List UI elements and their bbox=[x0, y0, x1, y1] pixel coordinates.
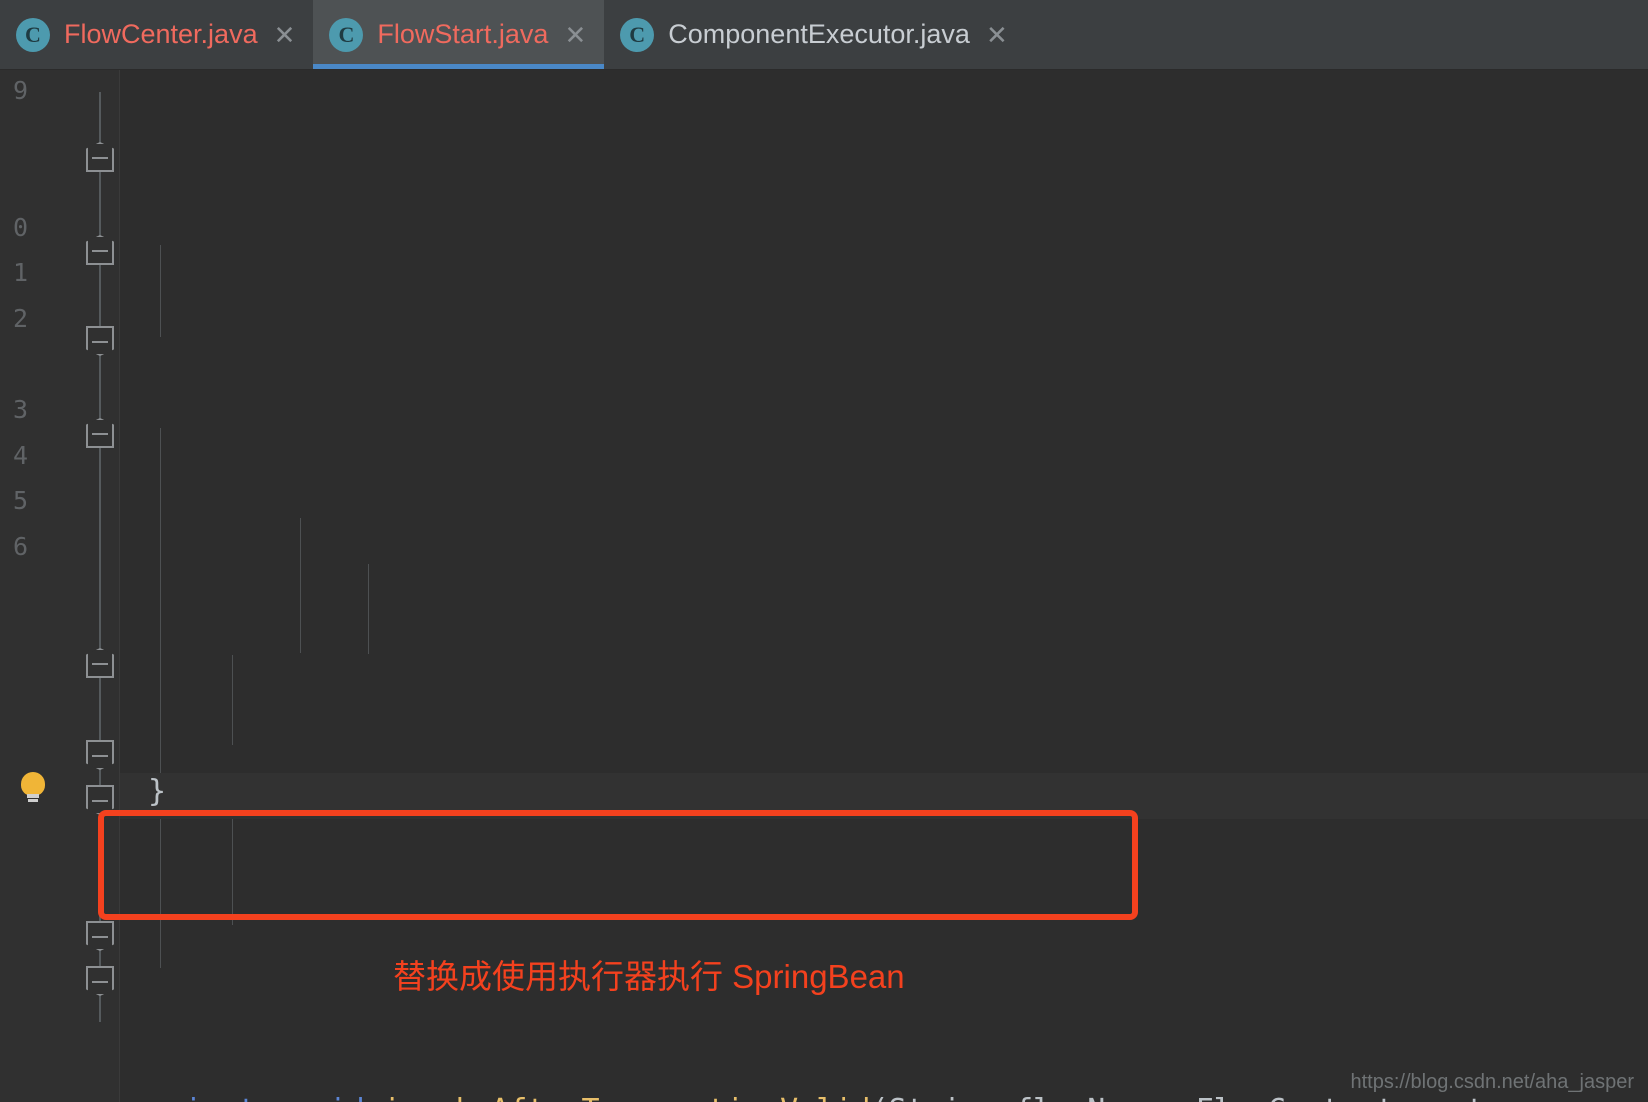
close-icon[interactable]: ✕ bbox=[984, 22, 1008, 48]
fold-expand-icon[interactable] bbox=[86, 966, 114, 996]
java-class-icon: C bbox=[620, 17, 655, 52]
tab-flowcenter-java[interactable]: C FlowCenter.java ✕ bbox=[0, 0, 314, 69]
line-number: 5 bbox=[12, 486, 28, 515]
fold-expand-icon[interactable] bbox=[86, 326, 114, 356]
code-line: } bbox=[148, 774, 167, 809]
tab-componentexecutor-java[interactable]: C ComponentExecutor.java ✕ bbox=[604, 0, 1026, 69]
line-number: 3 bbox=[12, 395, 28, 424]
line-number: 9 bbox=[12, 76, 28, 105]
editor-tab-bar: C FlowCenter.java ✕ C FlowStart.java ✕ C… bbox=[0, 0, 1648, 70]
fold-collapse-icon[interactable] bbox=[86, 648, 114, 678]
tab-label: ComponentExecutor.java bbox=[668, 19, 970, 49]
fold-expand-icon[interactable] bbox=[86, 740, 114, 770]
java-class-icon: C bbox=[16, 17, 50, 52]
fold-collapse-icon[interactable] bbox=[86, 235, 114, 265]
tab-flowstart-java[interactable]: C FlowStart.java ✕ bbox=[313, 0, 605, 69]
fold-collapse-icon[interactable] bbox=[86, 418, 114, 448]
line-number: 6 bbox=[12, 532, 28, 561]
fold-expand-icon[interactable] bbox=[86, 921, 114, 951]
tab-label: FlowStart.java bbox=[377, 19, 549, 49]
code-content[interactable]: } private void invokeAfterTramsactionVal… bbox=[120, 70, 1648, 1102]
lightbulb-icon[interactable] bbox=[18, 772, 48, 802]
fold-expand-icon[interactable] bbox=[86, 785, 114, 815]
fold-collapse-icon[interactable] bbox=[86, 142, 114, 172]
line-number: 0 bbox=[12, 213, 28, 242]
editor-gutter[interactable]: 9 0 1 2 3 4 5 6 bbox=[0, 70, 120, 1102]
fold-guide-line bbox=[99, 92, 101, 1022]
java-class-icon: C bbox=[329, 17, 364, 52]
tab-label: FlowCenter.java bbox=[64, 19, 258, 49]
line-number: 1 bbox=[12, 258, 28, 287]
close-icon[interactable]: ✕ bbox=[562, 22, 586, 48]
line-number: 2 bbox=[12, 304, 28, 333]
code-editor[interactable]: 9 0 1 2 3 4 5 6 } private void bbox=[0, 70, 1648, 1102]
watermark: https://blog.csdn.net/aha_jasper bbox=[1350, 1071, 1634, 1093]
close-icon[interactable]: ✕ bbox=[272, 22, 296, 48]
line-number: 4 bbox=[12, 441, 28, 470]
annotation-text: 替换成使用执行器执行 SpringBean bbox=[393, 958, 905, 995]
